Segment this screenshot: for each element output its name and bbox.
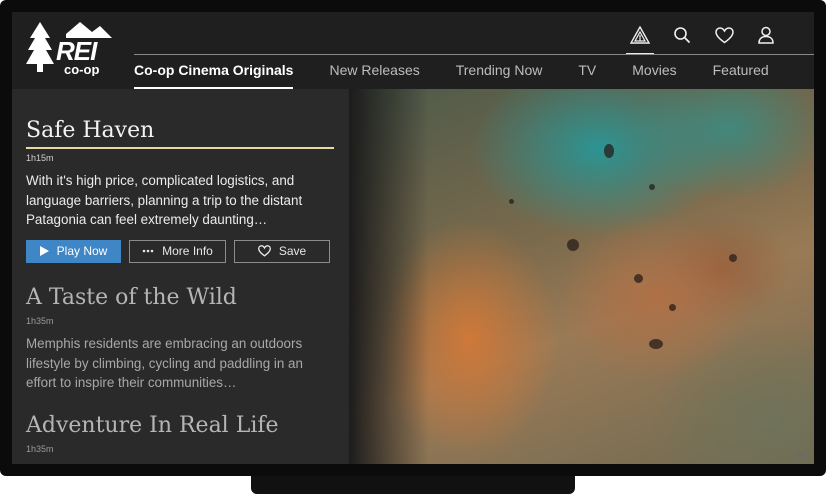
save-button[interactable]: Save — [234, 239, 330, 263]
heart-icon[interactable] — [714, 25, 734, 45]
tab-featured[interactable]: Featured — [713, 62, 769, 90]
film-card[interactable]: A Taste of the Wild 1h35m Memphis reside… — [26, 284, 336, 393]
film-title: Adventure In Real Life — [26, 413, 279, 438]
main-nav: Co-op Cinema Originals New Releases Tren… — [134, 62, 805, 90]
play-now-button[interactable]: Play Now — [26, 239, 121, 263]
heart-icon — [257, 245, 271, 257]
tab-movies[interactable]: Movies — [632, 62, 676, 90]
app-header: REI co-op Co-op Cinema Originals New Rel… — [12, 12, 814, 90]
film-description: Memphis residents are embracing an outdo… — [26, 336, 303, 390]
svg-text:co-op: co-op — [64, 62, 99, 76]
tab-co-op-cinema-originals[interactable]: Co-op Cinema Originals — [134, 62, 294, 90]
mountain-icon[interactable] — [626, 25, 654, 55]
save-label: Save — [278, 244, 307, 258]
rei-logo[interactable]: REI co-op — [26, 20, 114, 76]
more-dots-icon — [142, 249, 154, 253]
tv-screen: REI co-op Co-op Cinema Originals New Rel… — [12, 12, 814, 464]
hero-fade — [349, 89, 429, 464]
film-title: A Taste of the Wild — [26, 285, 237, 310]
search-icon[interactable] — [672, 25, 692, 45]
user-icon[interactable] — [756, 25, 776, 45]
film-card[interactable]: Adventure In Real Life 1h35m — [26, 412, 336, 454]
more-info-label: More Info — [162, 244, 213, 258]
film-card-featured[interactable]: Safe Haven 1h15m With it's high price, c… — [26, 117, 336, 263]
play-icon — [39, 246, 49, 256]
play-now-label: Play Now — [56, 244, 108, 258]
tab-tv[interactable]: TV — [578, 62, 596, 90]
tab-new-releases[interactable]: New Releases — [329, 62, 419, 90]
film-runtime: 1h35m — [26, 444, 54, 454]
film-description: With it's high price, complicated logist… — [26, 173, 303, 227]
film-runtime: 1h35m — [26, 316, 54, 326]
header-icons — [626, 18, 776, 55]
chevron-down-icon[interactable] — [794, 448, 810, 458]
film-list: Safe Haven 1h15m With it's high price, c… — [12, 89, 349, 464]
film-runtime: 1h15m — [26, 153, 54, 163]
film-title: Safe Haven — [26, 118, 155, 143]
title-underline — [26, 147, 334, 149]
more-info-button[interactable]: More Info — [129, 239, 226, 263]
film-actions: Play Now More Info Save — [26, 239, 336, 263]
tab-trending-now[interactable]: Trending Now — [456, 62, 543, 90]
tv-stand — [251, 476, 575, 494]
header-divider — [134, 54, 814, 55]
